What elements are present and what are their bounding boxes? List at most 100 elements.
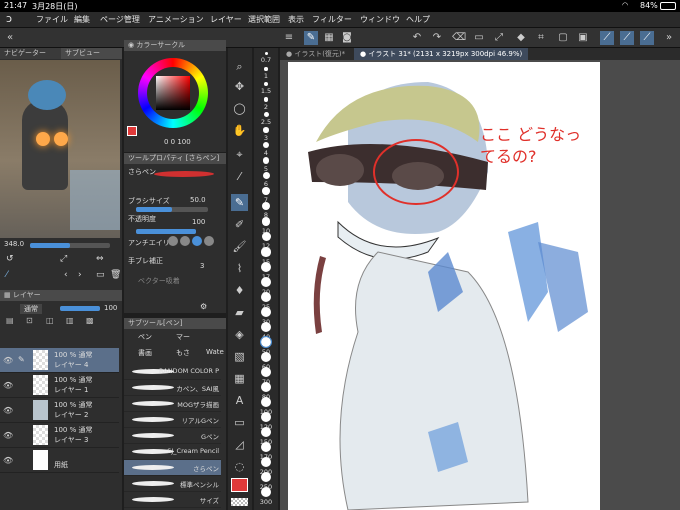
group-mosa[interactable]: もさ [176, 348, 190, 358]
brush-size-dot[interactable] [263, 97, 269, 102]
brush-size-dot[interactable] [264, 67, 268, 71]
menu-layer[interactable]: レイヤー [210, 14, 242, 25]
menu-help[interactable]: ヘルプ [406, 14, 430, 25]
collapse-icon[interactable]: « [3, 31, 17, 45]
brush-size-dot[interactable] [261, 322, 271, 332]
brush-size-dot[interactable] [262, 157, 270, 164]
layer-row[interactable]: 👁 100 % 通常 レイヤー 3 [0, 423, 119, 448]
brush-item[interactable]: Gペン [124, 428, 221, 444]
brush-size-dot[interactable] [261, 367, 271, 377]
pen-mode-icon[interactable]: ✎ [304, 31, 318, 45]
brush-item[interactable]: カペン、SAI風 [124, 380, 221, 396]
move-tool-icon[interactable]: ✥ [231, 78, 248, 95]
eyedropper-icon[interactable]: ⁄ [6, 270, 8, 280]
eyedropper-tool-icon[interactable]: ⁄ [231, 168, 248, 185]
menu-icon[interactable]: ≡ [282, 31, 296, 45]
layer-row[interactable]: 👁 ✎ 100 % 通常 レイヤー 4 [0, 348, 119, 373]
blend-tool-icon[interactable]: ♦ [231, 282, 248, 299]
invert-icon[interactable]: ▣ [576, 31, 590, 45]
brush-size-dot[interactable] [261, 472, 271, 482]
brush-size-dot[interactable] [263, 127, 269, 133]
brush-size-dot[interactable] [261, 487, 271, 497]
aa-weak-option[interactable] [180, 236, 190, 246]
undo-icon[interactable]: ↶ [410, 31, 424, 45]
app-logo-icon[interactable]: ↄ [6, 12, 12, 25]
brush-item[interactable]: リアルGペン [124, 412, 221, 428]
clip-icon[interactable]: ⊡ [26, 316, 33, 325]
brush-size-slider[interactable] [136, 207, 208, 212]
visibility-icon[interactable]: 👁 [3, 356, 13, 365]
frame-tool-icon[interactable]: ▭ [231, 414, 248, 431]
brush-size-dot[interactable] [262, 172, 270, 179]
reference-layer-icon[interactable]: ◫ [46, 316, 54, 325]
mask-icon[interactable]: ▩ [86, 316, 94, 325]
visibility-icon[interactable]: 👁 [3, 431, 13, 440]
brush-size-dot[interactable] [263, 142, 269, 148]
special-ruler-icon[interactable]: ⟋ [620, 31, 634, 45]
pen-tool-icon[interactable]: ✎ [231, 194, 248, 211]
brush-size-dot[interactable] [261, 262, 271, 272]
brush-size-dot[interactable] [261, 442, 271, 452]
settings-icon[interactable]: ⚙ [200, 302, 207, 311]
tab-navigator[interactable]: ナビゲーター [0, 48, 61, 59]
brush-size-dot[interactable] [260, 336, 272, 348]
fit-icon[interactable]: ⤢ [60, 254, 67, 264]
canvas-area[interactable]: ここ どうなってるの? [280, 60, 680, 510]
brush-size-dot[interactable] [263, 112, 269, 117]
bucket-icon[interactable]: ◆ [514, 31, 528, 45]
layer-row[interactable]: 👁 100 % 通常 レイヤー 2 [0, 398, 119, 423]
brush-item[interactable]: 標準ペンシル [124, 476, 221, 492]
layer-row[interactable]: 👁 100 % 通常 レイヤー 1 [0, 373, 119, 398]
main-color-swatch[interactable] [127, 126, 137, 136]
brush-size-dot[interactable] [262, 187, 270, 195]
brush-item[interactable]: さらペン [124, 460, 221, 476]
menu-selection[interactable]: 選択範囲 [248, 14, 280, 25]
menu-window[interactable]: ウィンドウ [360, 14, 400, 25]
doc-tab-restore[interactable]: ● イラスト(復元)* [286, 49, 345, 59]
brush-size-dot[interactable] [261, 307, 271, 317]
lock-icon[interactable]: ▤ [6, 316, 14, 325]
lasso-tool-icon[interactable]: ◯ [231, 100, 248, 117]
brush-item[interactable]: SJ_Cream Pencil [124, 444, 221, 460]
brush-size-dot[interactable] [261, 382, 271, 392]
menu-edit[interactable]: 編集 [74, 14, 90, 25]
menu-file[interactable]: ファイル [36, 14, 68, 25]
hand-tool-icon[interactable]: ✋ [231, 122, 248, 139]
transparent-swatch[interactable] [231, 498, 248, 506]
blend-mode-select[interactable]: 通常 [20, 304, 42, 314]
expand-icon[interactable]: » [662, 31, 676, 45]
visibility-icon[interactable]: 👁 [3, 456, 13, 465]
brush-size-dot[interactable] [264, 82, 268, 86]
brush-size-dot[interactable] [261, 292, 271, 302]
delete-icon[interactable]: 🗑 [110, 270, 121, 280]
menu-filter[interactable]: フィルター [312, 14, 352, 25]
layer-opacity-slider[interactable] [60, 306, 100, 311]
brush-size-dot[interactable] [261, 412, 271, 422]
brush-item[interactable]: RANDOM COLOR PEN [124, 364, 221, 380]
figure-tool-icon[interactable]: ▦ [231, 370, 248, 387]
ruler-snap-icon[interactable]: ⟋ [600, 31, 614, 45]
menu-view[interactable]: 表示 [288, 14, 304, 25]
aa-none-option[interactable] [168, 236, 178, 246]
grid-icon[interactable]: ▦ [322, 31, 336, 45]
visibility-icon[interactable]: 👁 [3, 406, 13, 415]
opacity-slider[interactable] [136, 229, 196, 234]
prev-icon[interactable]: ‹ [64, 270, 68, 280]
zoom-slider[interactable] [30, 243, 110, 248]
crop-icon[interactable]: ⌗ [534, 31, 548, 45]
brush-item[interactable]: サイズ [124, 492, 221, 508]
aa-medium-option[interactable] [192, 236, 202, 246]
brush-size-dot[interactable] [264, 52, 268, 55]
pan-icon[interactable]: ⇔ [96, 254, 104, 264]
airbrush-tool-icon[interactable]: ⌇ [231, 260, 248, 277]
group-water[interactable]: Wate [206, 348, 224, 356]
reference-icon[interactable]: ◙ [340, 31, 354, 45]
redo-icon[interactable]: ↷ [430, 31, 444, 45]
eraser-tool-icon[interactable]: ▰ [231, 304, 248, 321]
clear-icon[interactable]: ⌫ [452, 31, 466, 45]
layer-row[interactable]: 👁 用紙 [0, 448, 119, 473]
visibility-icon[interactable]: 👁 [3, 381, 13, 390]
brush-size-dot[interactable] [261, 277, 271, 287]
tab-pen[interactable]: ペン [138, 332, 152, 342]
transform-icon[interactable]: ⤢ [492, 31, 506, 45]
